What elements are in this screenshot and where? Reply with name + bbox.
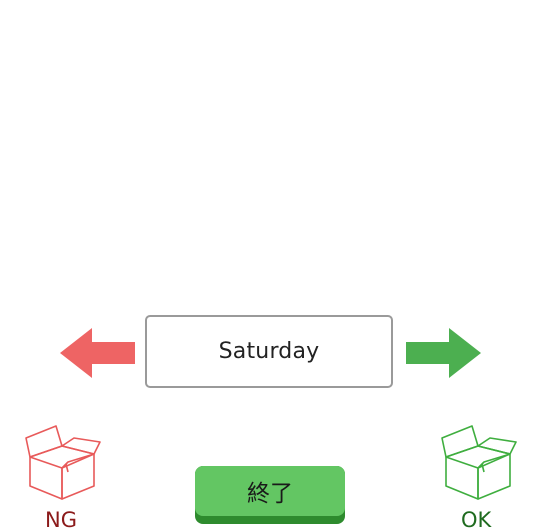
card-word: Saturday — [218, 339, 320, 364]
open-box-icon — [441, 425, 517, 500]
swipe-left-arrow[interactable] — [58, 326, 138, 384]
ok-box — [438, 424, 518, 508]
swipe-right-arrow[interactable] — [403, 326, 483, 384]
left-arrow-icon — [60, 328, 135, 378]
finish-button-face: 終了 — [195, 466, 345, 516]
word-card[interactable]: Saturday — [145, 315, 393, 388]
ok-label: OK — [461, 508, 492, 532]
ng-label: NG — [45, 508, 77, 532]
finish-button-label: 終了 — [247, 481, 293, 507]
open-box-icon — [25, 425, 101, 500]
finish-button[interactable]: 終了 — [195, 466, 345, 524]
right-arrow-icon — [406, 328, 481, 378]
ng-box — [22, 424, 102, 508]
